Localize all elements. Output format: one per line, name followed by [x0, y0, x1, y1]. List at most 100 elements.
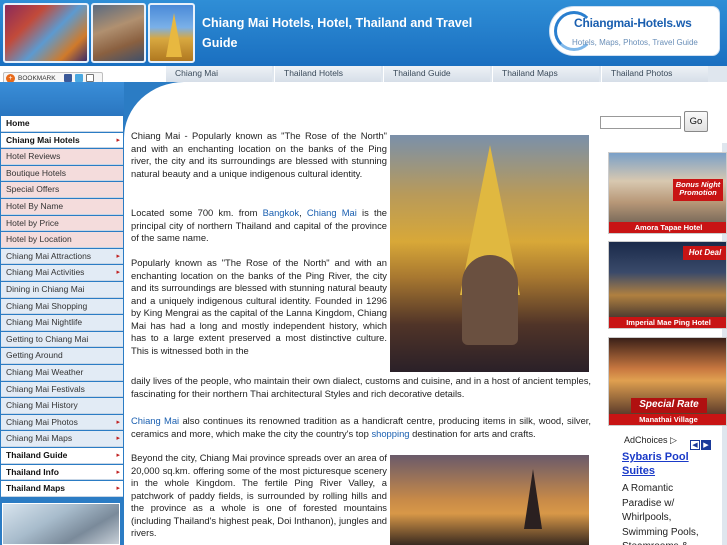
page: Chiang Mai Hotels, Hotel, Thailand and T… [0, 0, 727, 545]
location-paragraph: Located some 700 km. from Bangkok, Chian… [131, 207, 387, 245]
sidebar-item-label: Chiang Mai Photos [6, 416, 78, 427]
ad-caption: Amora Tapae Hotel [609, 222, 726, 233]
search-input[interactable] [600, 116, 681, 129]
nav-thailand-maps[interactable]: Thailand Maps [492, 66, 599, 82]
sidebar-item-label: Hotel by Price [6, 217, 59, 228]
sidebar-item-label: Chiang Mai Nightlife [6, 317, 83, 328]
bookmark-label: BOOKMARK [18, 75, 56, 82]
ad-badge: Special Rate [631, 398, 707, 413]
chevron-right-icon: ▸ [116, 269, 120, 277]
sidebar-item-thailand-info[interactable]: Thailand Info ▸ [1, 464, 123, 481]
chevron-right-icon: ▸ [116, 485, 120, 493]
location-sep: , [299, 207, 307, 218]
sidebar-item-special-offers[interactable]: Special Offers [1, 182, 123, 198]
ad-caption: Imperial Mae Ping Hotel [609, 317, 726, 328]
sidebar-item-hotel-by-name[interactable]: Hotel By Name [1, 199, 123, 215]
sidebar-item-label: Hotel by Location [6, 234, 72, 245]
ad-badge: Hot Deal [683, 246, 726, 260]
sidebar-item-dining-in-chiang-mai[interactable]: Dining in Chiang Mai [1, 282, 123, 298]
site-logo[interactable]: Chiangmai-Hotels.ws Hotels, Maps, Photos… [549, 6, 720, 56]
logo-tagline: Hotels, Maps, Photos, Travel Guide [572, 38, 698, 47]
sidebar-item-chiang-mai-nightlife[interactable]: Chiang Mai Nightlife [1, 315, 123, 331]
sidebar-item-hotel-reviews[interactable]: Hotel Reviews [1, 149, 123, 165]
ad-body-text: A Romantic Paradise w/ Whirlpools, Swimm… [622, 483, 699, 545]
header-photo-market [3, 3, 89, 63]
chevron-left-icon[interactable]: ◀ [690, 440, 700, 450]
sidebar-item-boutique-hotels[interactable]: Boutique Hotels [1, 165, 123, 182]
sidebar-item-getting-to-chiang-mai[interactable]: Getting to Chiang Mai [1, 331, 123, 348]
sidebar-item-label: Thailand Guide [6, 450, 68, 460]
location-text-a: Located some 700 km. from [131, 207, 263, 218]
adchoices-icon: ▷ [670, 435, 677, 445]
sidebar-item-label: Thailand Info [6, 466, 59, 477]
sidebar-item-label: Chiang Mai Festivals [6, 383, 85, 394]
handicraft-paragraph: Chiang Mai also continues its renowned t… [131, 415, 591, 440]
shopping-link[interactable]: shopping [371, 428, 409, 439]
site-header: Chiang Mai Hotels, Hotel, Thailand and T… [0, 0, 727, 66]
sidebar-item-thailand-maps[interactable]: Thailand Maps ▸ [1, 481, 123, 497]
sidebar-item-label: Home [6, 118, 30, 128]
handicraft-text-b: destination for arts and crafts. [409, 427, 536, 439]
chevron-right-icon: ▸ [116, 252, 120, 260]
sidebar-item-chiang-mai-history[interactable]: Chiang Mai History [1, 398, 123, 414]
sunset-photo [390, 455, 589, 545]
temple-photo [390, 135, 589, 372]
sidebar-item-chiang-mai-maps[interactable]: Chiang Mai Maps ▸ [1, 431, 123, 447]
sidebar-item-thailand-guide[interactable]: Thailand Guide ▸ [1, 448, 123, 464]
sidebar-item-chiang-mai-festivals[interactable]: Chiang Mai Festivals [1, 381, 123, 398]
header-photo-elephants [91, 3, 146, 63]
sidebar-item-label: Chiang Mai Attractions [6, 250, 92, 261]
adchoices-text: AdChoices [624, 435, 668, 445]
ad-caption: Manathai Village [609, 414, 726, 425]
ad-manathai-village[interactable]: Special Rate Manathai Village [608, 337, 727, 426]
sidebar-item-hotel-by-price[interactable]: Hotel by Price [1, 215, 123, 232]
nav-thailand-guide[interactable]: Thailand Guide [383, 66, 490, 82]
sidebar-item-label: Chiang Mai Weather [6, 367, 84, 377]
chevron-right-icon: ▸ [116, 452, 120, 459]
top-nav: Chiang Mai Thailand Hotels Thailand Guid… [165, 66, 727, 82]
facebook-icon[interactable] [64, 74, 72, 82]
sidebar-item-label: Chiang Mai Hotels [6, 134, 80, 145]
province-paragraph: Beyond the city, Chiang Mai province spr… [131, 452, 387, 538]
logo-name: Chiangmai-Hotels.ws [574, 16, 692, 30]
email-icon[interactable] [86, 74, 94, 82]
sidebar-hotel-photo[interactable] [2, 503, 120, 545]
search-go-button[interactable]: Go [684, 111, 708, 132]
left-blue-band [0, 82, 124, 116]
sidebar-item-label: Chiang Mai Activities [6, 267, 85, 278]
sidebar-item-chiang-mai-weather[interactable]: Chiang Mai Weather [1, 365, 123, 381]
sidebar-item-chiang-mai-shopping[interactable]: Chiang Mai Shopping [1, 298, 123, 315]
ad-imperial-mae-ping[interactable]: Hot Deal Imperial Mae Ping Hotel [608, 241, 727, 329]
header-photo-temple [148, 3, 195, 63]
sidebar-item-label: Chiang Mai Shopping [6, 300, 88, 311]
twitter-icon[interactable] [75, 74, 83, 82]
ad-amora-tapae[interactable]: Bonus Night Promotion Amora Tapae Hotel [608, 152, 727, 234]
chiang-mai-link-2[interactable]: Chiang Mai [131, 415, 179, 426]
nav-thailand-hotels[interactable]: Thailand Hotels [274, 66, 381, 82]
sidebar-item-hotel-by-location[interactable]: Hotel by Location [1, 232, 123, 248]
chevron-right-icon[interactable]: ▶ [701, 440, 711, 450]
ad-headline-link[interactable]: Sybaris Pool Suites [622, 450, 712, 478]
sidebar-item-label: Getting Around [6, 350, 63, 361]
sidebar-item-chiang-mai-activities[interactable]: Chiang Mai Activities ▸ [1, 265, 123, 281]
bangkok-link[interactable]: Bangkok [263, 207, 299, 218]
sidebar-item-label: Getting to Chiang Mai [6, 333, 89, 344]
chevron-right-icon: ▸ [116, 435, 120, 443]
chiang-mai-link[interactable]: Chiang Mai [307, 207, 357, 218]
sidebar-item-label: Dining in Chiang Mai [6, 284, 85, 294]
sidebar-item-getting-around[interactable]: Getting Around [1, 348, 123, 364]
history-paragraph-bottom: daily lives of the people, who maintain … [131, 375, 591, 399]
sidebar-item-chiang-mai-hotels[interactable]: Chiang Mai Hotels ▸ [1, 132, 123, 149]
sidebar-item-label: Boutique Hotels [6, 167, 67, 178]
nav-thailand-photos[interactable]: Thailand Photos [601, 66, 708, 82]
chevron-right-icon: ▸ [116, 468, 120, 476]
sidebar-item-label: Chiang Mai Maps [6, 433, 73, 444]
sidebar-item-chiang-mai-photos[interactable]: Chiang Mai Photos ▸ [1, 414, 123, 431]
nav-chiang-mai[interactable]: Chiang Mai [165, 66, 272, 82]
intro-paragraph: Chiang Mai - Popularly known as "The Ros… [131, 130, 387, 179]
sidebar-item-home[interactable]: Home [1, 116, 123, 132]
chevron-right-icon: ▸ [116, 136, 120, 144]
sidebar-item-label: Hotel Reviews [6, 151, 61, 162]
adchoices-label[interactable]: AdChoices ▷ [624, 435, 677, 446]
sidebar-item-chiang-mai-attractions[interactable]: Chiang Mai Attractions ▸ [1, 248, 123, 265]
